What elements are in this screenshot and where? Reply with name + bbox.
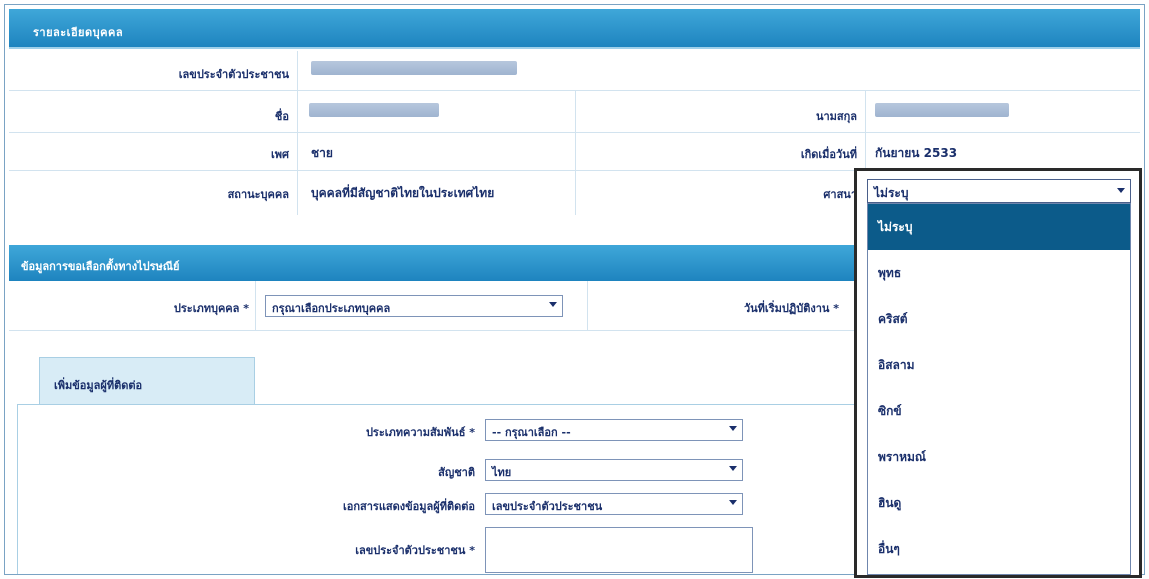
chevron-down-icon — [729, 500, 737, 505]
tab-contact-label: เพิ่มข้อมูลผู้ที่ติดต่อ — [54, 379, 143, 392]
birth-value: กันยายน 2533 — [875, 146, 958, 160]
section-header-postal-vote: ข้อมูลการขอเลือกตั้งทางไปรษณีย์ — [9, 245, 869, 281]
religion-dropdown-highlight: ไม่ระบุ ไม่ระบุ พุทธ คริสต์ อิสลาม ซิกข์… — [854, 168, 1142, 578]
doc-type-select[interactable]: เลขประจำตัวประชาชน — [485, 493, 743, 515]
row-id: เลขประจำตัวประชาชน — [9, 51, 1140, 91]
name-label: ชื่อ — [274, 110, 289, 123]
status-label: สถานะบุคคล — [227, 188, 289, 201]
religion-option-brahmin[interactable]: พราหมณ์ — [868, 434, 1130, 480]
birth-label: เกิดเมื่อวันที่ — [800, 148, 857, 161]
section2-title: ข้อมูลการขอเลือกตั้งทางไปรษณีย์ — [21, 260, 180, 273]
nationality-value: ไทย — [492, 466, 512, 479]
doc-type-value: เลขประจำตัวประชาชน — [492, 500, 603, 513]
status-value: บุคคลที่มีสัญชาติไทยในประเทศไทย — [311, 186, 495, 200]
religion-select[interactable]: ไม่ระบุ — [867, 179, 1131, 203]
section-title: รายละเอียดบุคคล — [33, 26, 124, 39]
gender-label: เพศ — [271, 148, 289, 161]
chevron-down-icon — [729, 466, 737, 471]
doc-type-label: เอกสารแสดงข้อมูลผู้ที่ติดต่อ — [343, 500, 475, 513]
start-date-label: วันที่เริ่มปฏิบัติงาน * — [743, 302, 839, 315]
person-type-label: ประเภทบุคคล * — [173, 302, 249, 315]
religion-selected-value: ไม่ระบุ — [874, 186, 909, 200]
row-gender: เพศ ชาย เกิดเมื่อวันที่ กันยายน 2533 — [9, 133, 1140, 171]
tab-contact-info[interactable]: เพิ่มข้อมูลผู้ที่ติดต่อ — [39, 357, 255, 405]
redacted-surname — [875, 103, 1009, 117]
religion-label: ศาสนา — [823, 188, 857, 201]
religion-option-hindu[interactable]: ฮินดู — [868, 480, 1130, 526]
religion-option-buddhist[interactable]: พุทธ — [868, 250, 1130, 296]
chevron-down-icon — [549, 302, 557, 307]
person-type-select[interactable]: กรุณาเลือกประเภทบุคคล — [265, 295, 563, 317]
religion-options-list: ไม่ระบุ พุทธ คริสต์ อิสลาม ซิกข์ พราหมณ์… — [867, 203, 1131, 575]
redacted-id — [311, 61, 517, 75]
row-name: ชื่อ นามสกุล — [9, 91, 1140, 133]
relation-label: ประเภทความสัมพันธ์ * — [365, 426, 475, 439]
gender-value: ชาย — [311, 146, 333, 160]
relation-value: -- กรุณาเลือก -- — [492, 426, 571, 439]
section-header-person: รายละเอียดบุคคล — [9, 9, 1140, 49]
religion-option-christian[interactable]: คริสต์ — [868, 296, 1130, 342]
person-type-value: กรุณาเลือกประเภทบุคคล — [272, 302, 391, 315]
id-label: เลขประจำตัวประชาชน — [178, 68, 289, 81]
religion-option-unspecified[interactable]: ไม่ระบุ — [868, 204, 1130, 250]
redacted-name — [309, 103, 439, 117]
chevron-down-icon — [1117, 188, 1125, 193]
surname-label: นามสกุล — [815, 110, 857, 123]
religion-option-other[interactable]: อื่นๆ — [868, 526, 1130, 572]
nationality-label: สัญชาติ — [438, 466, 475, 479]
id-number-label: เลขประจำตัวประชาชน * — [355, 544, 475, 557]
religion-option-sikh[interactable]: ซิกข์ — [868, 388, 1130, 434]
relation-select[interactable]: -- กรุณาเลือก -- — [485, 419, 743, 441]
id-number-input[interactable] — [485, 527, 753, 573]
nationality-select[interactable]: ไทย — [485, 459, 743, 481]
chevron-down-icon — [729, 426, 737, 431]
religion-option-islam[interactable]: อิสลาม — [868, 342, 1130, 388]
